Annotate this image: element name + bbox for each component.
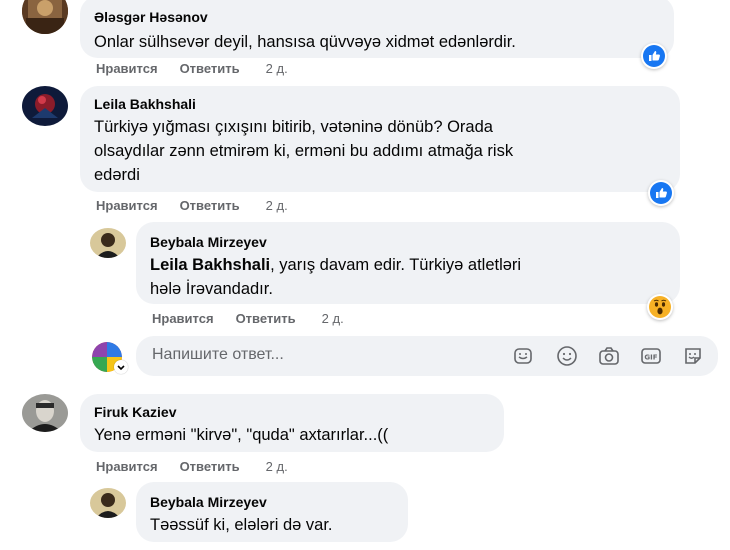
reply-actions: Нравится Ответить 2 д. bbox=[152, 311, 366, 326]
comment-text-line: Türkiyə yığması çıxışını bitirib, vətəni… bbox=[94, 118, 493, 136]
reply-text: , yarış davam edir. Türkiyə atletləri bbox=[270, 256, 522, 274]
comment-text-line: edərdi bbox=[94, 166, 140, 184]
reply-placeholder: Напишите ответ... bbox=[152, 346, 284, 363]
reply-link[interactable]: Ответить bbox=[180, 198, 240, 213]
reply-text-line: Leila Bakhshali, yarış davam edir. Türki… bbox=[150, 253, 666, 277]
reply-text-line: hələ İrəvandadır. bbox=[150, 280, 273, 298]
gif-icon[interactable]: GIF bbox=[640, 345, 662, 367]
reply-link[interactable]: Ответить bbox=[236, 311, 296, 326]
comment-bubble: Leila Bakhshali Türkiyə yığması çıxışını… bbox=[80, 86, 680, 192]
like-reaction[interactable] bbox=[648, 180, 674, 206]
comment-actions: Нравится Ответить 2 д. bbox=[96, 198, 310, 213]
avatar-beybala[interactable] bbox=[90, 228, 126, 258]
comment-bubble: Firuk Kaziev Yenə erməni "kirvə", "quda"… bbox=[80, 394, 504, 452]
like-reaction[interactable] bbox=[641, 43, 667, 69]
avatar-alesgar[interactable] bbox=[22, 0, 68, 34]
reply-bubble: Beybala Mirzeyev Leila Bakhshali, yarış … bbox=[136, 222, 680, 304]
comment-text: Yenə erməni "kirvə", "quda" axtarırlar..… bbox=[94, 426, 389, 444]
like-link[interactable]: Нравится bbox=[96, 459, 158, 474]
comment-actions: Нравится Ответить 2 д. bbox=[96, 459, 310, 474]
mention-link[interactable]: Leila Bakhshali bbox=[150, 256, 270, 274]
timestamp[interactable]: 2 д. bbox=[322, 311, 344, 326]
like-icon bbox=[643, 45, 665, 67]
like-link[interactable]: Нравится bbox=[96, 198, 158, 213]
avatar-firuk[interactable] bbox=[22, 394, 68, 432]
reply-link[interactable]: Ответить bbox=[180, 459, 240, 474]
reply-input[interactable]: Напишите ответ... GIF bbox=[136, 336, 718, 376]
comment-text: Onlar sülhsevər deyil, hansısa qüvvəyə x… bbox=[94, 33, 516, 51]
reply-bubble: Beybala Mirzeyev Təəssüf ki, elələri də … bbox=[136, 482, 408, 542]
reply-link[interactable]: Ответить bbox=[180, 61, 240, 76]
timestamp[interactable]: 2 д. bbox=[266, 61, 288, 76]
like-link[interactable]: Нравится bbox=[96, 61, 158, 76]
comment-text-line: olsaydılar zənn etmirəm ki, erməni bu ad… bbox=[94, 142, 514, 160]
like-link[interactable]: Нравится bbox=[152, 311, 214, 326]
comment-actions: Нравится Ответить 2 д. bbox=[96, 61, 310, 76]
wow-icon bbox=[649, 296, 671, 318]
sticker-icon[interactable] bbox=[512, 345, 534, 367]
emoji-icon[interactable] bbox=[556, 345, 578, 367]
reply-text: Təəssüf ki, elələri də var. bbox=[150, 516, 333, 534]
avatar-dropdown-icon[interactable] bbox=[114, 360, 128, 374]
reply-author[interactable]: Beybala Mirzeyev bbox=[150, 233, 666, 251]
sticker-face-icon[interactable] bbox=[682, 345, 704, 367]
svg-text:GIF: GIF bbox=[644, 354, 657, 362]
comment-author[interactable]: Firuk Kaziev bbox=[94, 403, 490, 421]
comment-author[interactable]: Leila Bakhshali bbox=[94, 95, 666, 113]
timestamp[interactable]: 2 д. bbox=[266, 198, 288, 213]
wow-reaction[interactable] bbox=[647, 294, 673, 320]
avatar-leila[interactable] bbox=[22, 86, 68, 126]
comment-bubble: Ələsgər Həsənov Onlar sülhsevər deyil, h… bbox=[80, 0, 674, 58]
comment-author[interactable]: Ələsgər Həsənov bbox=[94, 8, 660, 26]
camera-icon[interactable] bbox=[598, 345, 620, 367]
avatar-beybala[interactable] bbox=[90, 488, 126, 518]
like-icon bbox=[650, 182, 672, 204]
reply-author[interactable]: Beybala Mirzeyev bbox=[150, 493, 394, 511]
timestamp[interactable]: 2 д. bbox=[266, 459, 288, 474]
